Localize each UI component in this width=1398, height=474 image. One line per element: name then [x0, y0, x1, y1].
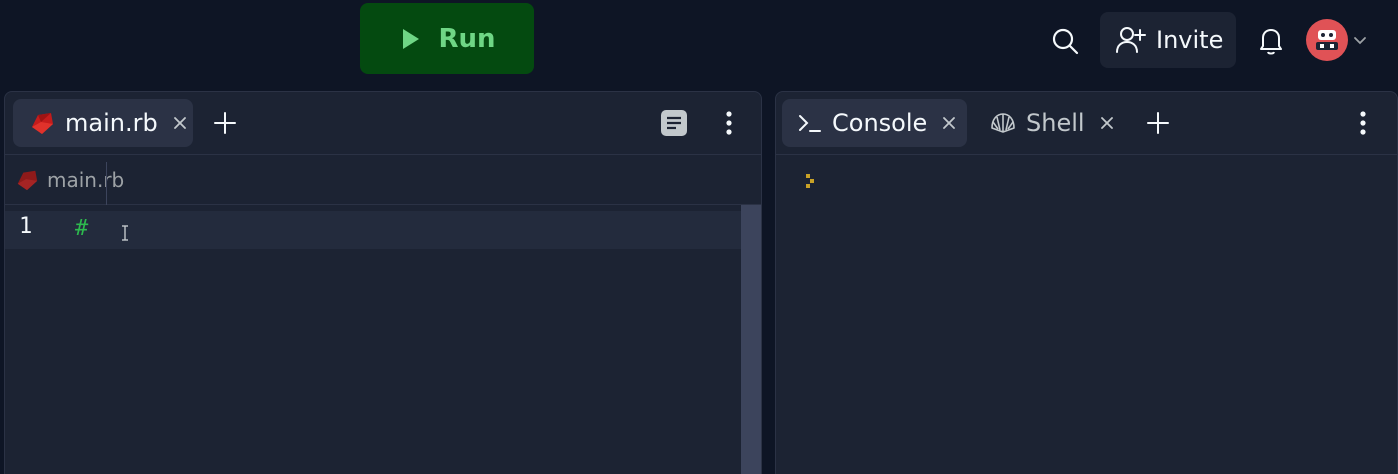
editor-panel: main.rb main.rb 1 # — [4, 91, 762, 474]
code-line[interactable]: # — [75, 216, 88, 241]
editor-tab-bar: main.rb — [5, 92, 761, 155]
tab-label: Shell — [1026, 109, 1085, 137]
top-bar: Run Invite — [0, 0, 1398, 90]
new-tab-plus-icon[interactable] — [1145, 110, 1171, 136]
tab-console[interactable]: Console — [782, 99, 967, 147]
breadcrumb-file-label[interactable]: main.rb — [47, 168, 124, 192]
ruby-icon — [29, 110, 55, 136]
console-output[interactable] — [776, 156, 1397, 474]
tab-label: Console — [832, 109, 928, 137]
close-icon[interactable] — [1099, 115, 1115, 131]
editor-scrollbar[interactable] — [741, 205, 761, 474]
invite-button[interactable]: Invite — [1100, 12, 1236, 68]
line-number: 1 — [19, 214, 33, 239]
avatar-robot-icon — [1316, 30, 1338, 50]
format-document-icon[interactable] — [660, 109, 688, 137]
code-editor[interactable]: 1 # — [5, 205, 741, 474]
terminal-prompt-icon — [798, 111, 822, 135]
search-icon[interactable] — [1050, 26, 1080, 56]
current-line-highlight — [5, 211, 741, 249]
tab-shell[interactable]: Shell — [974, 99, 1114, 147]
more-options-icon[interactable] — [716, 109, 742, 137]
run-button[interactable]: Run — [360, 3, 534, 74]
tab-label: main.rb — [65, 109, 158, 137]
add-user-icon — [1114, 24, 1146, 56]
text-cursor-icon — [120, 224, 130, 242]
invite-button-label: Invite — [1156, 26, 1224, 54]
console-panel: Console Shell — [775, 91, 1398, 474]
run-button-label: Run — [438, 23, 496, 54]
console-prompt-icon — [804, 172, 818, 190]
ruby-icon — [15, 168, 39, 192]
close-icon[interactable] — [941, 115, 957, 131]
chevron-down-icon[interactable] — [1352, 32, 1368, 48]
new-tab-plus-icon[interactable] — [212, 110, 238, 136]
play-icon — [398, 27, 422, 51]
console-tab-bar: Console Shell — [776, 92, 1397, 155]
file-breadcrumb: main.rb — [5, 155, 761, 205]
shell-icon — [990, 110, 1016, 136]
tab-main-rb[interactable]: main.rb — [13, 99, 193, 147]
close-icon[interactable] — [172, 115, 188, 131]
more-options-icon[interactable] — [1350, 109, 1376, 137]
user-avatar[interactable] — [1306, 19, 1348, 61]
notifications-bell-icon[interactable] — [1255, 24, 1287, 56]
